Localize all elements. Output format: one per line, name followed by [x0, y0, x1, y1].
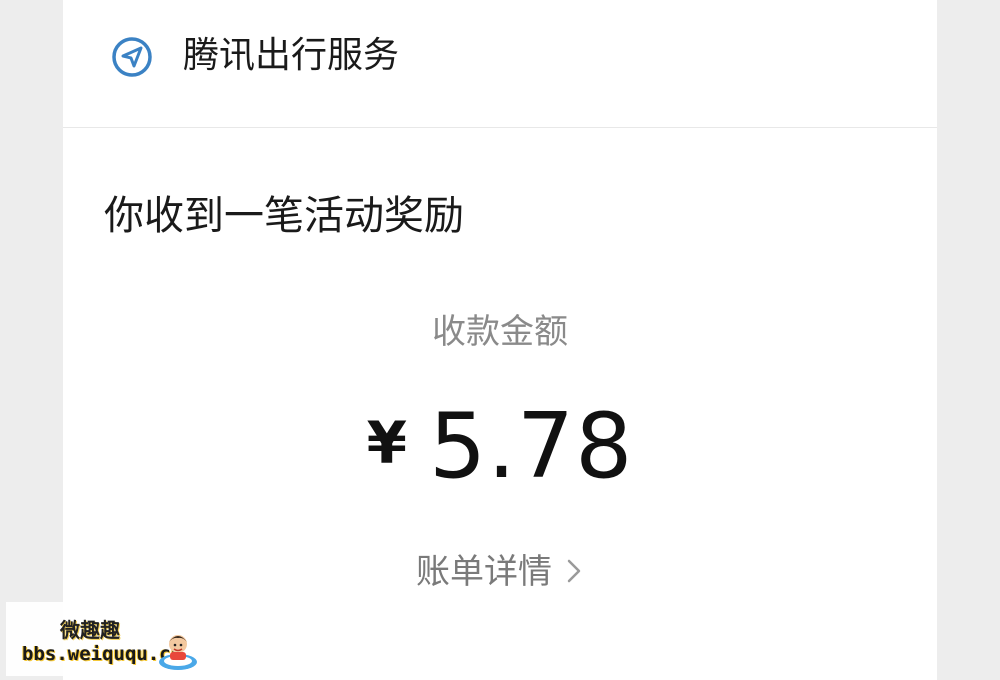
watermark: 微趣趣 bbs.weiququ.cn — [6, 602, 206, 676]
chevron-right-icon — [567, 559, 581, 583]
message-title: 你收到一笔活动奖励 — [104, 193, 464, 239]
watermark-name: 微趣趣 — [60, 618, 120, 642]
service-name: 腾讯出行服务 — [183, 35, 400, 76]
navigation-arrow-icon — [112, 37, 152, 77]
mascot-icon — [159, 635, 197, 670]
notification-card: 腾讯出行服务 你收到一笔活动奖励 收款金额 ¥5.78 账单详情 — [63, 0, 937, 680]
bill-details-label: 账单详情 — [416, 552, 552, 592]
amount-row: ¥5.78 — [63, 395, 937, 499]
amount-value: 5.78 — [428, 394, 634, 499]
amount-label: 收款金额 — [432, 312, 568, 352]
page: 腾讯出行服务 你收到一笔活动奖励 收款金额 ¥5.78 账单详情 微趣趣 bbs… — [0, 0, 1000, 680]
currency-symbol: ¥ — [366, 409, 407, 477]
service-header[interactable]: 腾讯出行服务 — [63, 0, 937, 128]
bill-details-link[interactable]: 账单详情 — [63, 550, 937, 594]
